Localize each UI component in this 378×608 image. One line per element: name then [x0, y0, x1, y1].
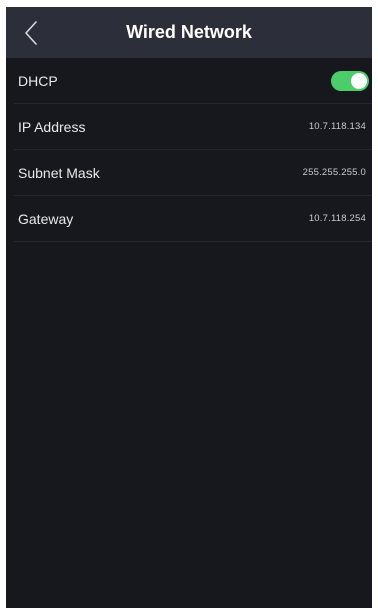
device-screen: Wired Network DHCP IP Address 10.7.118.1… [6, 7, 372, 608]
ip-address-label: IP Address [18, 119, 86, 135]
dhcp-label: DHCP [18, 73, 58, 89]
settings-list: DHCP IP Address 10.7.118.134 Subnet Mask… [6, 58, 372, 242]
setting-row-dhcp: DHCP [14, 58, 372, 104]
setting-row-subnet-mask[interactable]: Subnet Mask 255.255.255.0 [14, 150, 372, 196]
chevron-left-icon [18, 17, 48, 49]
subnet-mask-value: 255.255.255.0 [302, 167, 366, 178]
back-button[interactable] [18, 17, 48, 49]
gateway-label: Gateway [18, 211, 74, 227]
gateway-value: 10.7.118.254 [308, 213, 366, 224]
setting-row-gateway[interactable]: Gateway 10.7.118.254 [14, 196, 372, 242]
subnet-mask-label: Subnet Mask [18, 165, 100, 181]
ip-address-value: 10.7.118.134 [308, 121, 366, 132]
dhcp-toggle[interactable] [331, 71, 369, 91]
page-title: Wired Network [126, 22, 252, 42]
title-bar: Wired Network [6, 7, 372, 58]
setting-row-ip-address[interactable]: IP Address 10.7.118.134 [14, 104, 372, 150]
toggle-knob [351, 73, 367, 89]
